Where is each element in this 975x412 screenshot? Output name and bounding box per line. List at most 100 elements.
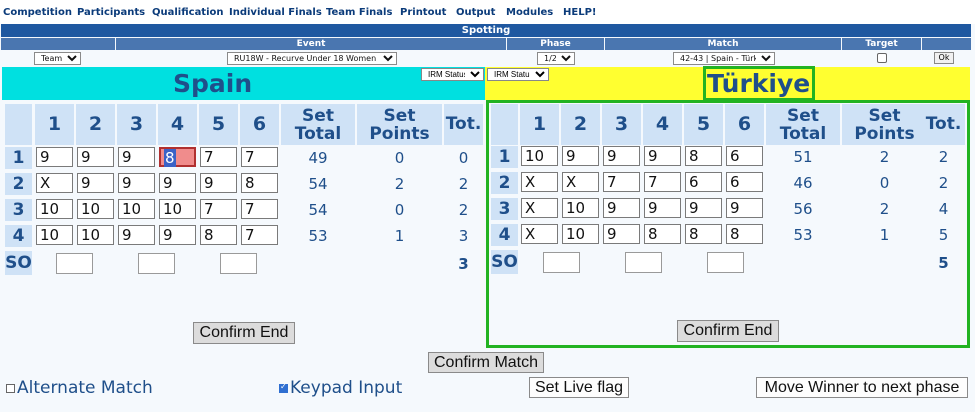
menu-competition[interactable]: Competition xyxy=(3,7,72,18)
left-so-input[interactable] xyxy=(138,253,175,274)
left-set-points-header: Set Points xyxy=(357,104,442,145)
right-arrow-cell[interactable]: 6 xyxy=(685,172,722,192)
right-arrow-cell[interactable]: 8 xyxy=(644,224,681,244)
alternate-match-checkbox[interactable] xyxy=(6,384,15,393)
menu-printout[interactable]: Printout xyxy=(400,7,446,18)
right-arrow-cell[interactable]: 6 xyxy=(726,146,763,166)
menu-individual-finals[interactable]: Individual Finals xyxy=(229,7,322,18)
right-tot-header: Tot. xyxy=(922,104,965,145)
right-arrow-cell[interactable]: 9 xyxy=(726,198,763,218)
right-arrow-cell[interactable]: X xyxy=(562,172,599,192)
set-live-flag-button[interactable]: Set Live flag xyxy=(529,377,629,398)
right-arrow-cell[interactable]: 7 xyxy=(644,172,681,192)
left-arrow-cell[interactable]: 9 xyxy=(118,173,155,193)
left-arrow-cell[interactable]: 10 xyxy=(36,199,73,219)
left-arrow-cell[interactable]: 7 xyxy=(200,199,237,219)
left-arrow-cell[interactable]: 10 xyxy=(77,199,114,219)
header-blank xyxy=(1,38,115,50)
right-arrow-cell[interactable]: 9 xyxy=(562,146,599,166)
left-set-total-line1: Set xyxy=(302,106,334,126)
right-so-input[interactable] xyxy=(543,252,580,273)
keypad-input-checkbox[interactable] xyxy=(279,382,288,393)
right-arrow-cell[interactable]: 10 xyxy=(562,198,599,218)
menu-output[interactable]: Output xyxy=(456,7,495,18)
left-arrow-cell[interactable]: 7 xyxy=(200,147,237,167)
right-arrow-cell[interactable]: 9 xyxy=(603,198,640,218)
right-arrow-cell[interactable]: X xyxy=(521,224,558,244)
left-arrow-cell[interactable]: 10 xyxy=(159,199,196,219)
right-set-points-line2: Points xyxy=(854,124,915,144)
right-arrow-cell[interactable]: 7 xyxy=(603,172,640,192)
left-arrow-cell[interactable]: 9 xyxy=(159,225,196,245)
left-arrow-cell[interactable]: 9 xyxy=(159,173,196,193)
move-winner-button[interactable]: Move Winner to next phase xyxy=(756,377,968,398)
menu-modules[interactable]: Modules xyxy=(506,7,553,18)
right-arrow-cell[interactable]: 10 xyxy=(521,146,558,166)
right-arrow-cell[interactable]: 9 xyxy=(603,146,640,166)
right-arrow-cell[interactable]: 9 xyxy=(603,224,640,244)
confirm-end-left-button[interactable]: Confirm End xyxy=(193,322,295,344)
right-arrow-cell[interactable]: 6 xyxy=(726,172,763,192)
match-select[interactable]: 42-43 | Spain - Türkiye xyxy=(673,52,775,65)
left-arrow-cell[interactable]: 7 xyxy=(241,199,278,219)
menu-participants[interactable]: Participants xyxy=(77,7,145,18)
irm-status-left[interactable]: IRM Status xyxy=(421,68,484,81)
right-arrow-cell[interactable]: 8 xyxy=(685,146,722,166)
right-arrow-cell[interactable]: 8 xyxy=(685,224,722,244)
left-arrow-cell[interactable]: 10 xyxy=(118,199,155,219)
right-so-input[interactable] xyxy=(625,252,662,273)
right-row-header-2: 2 xyxy=(491,172,518,194)
left-col-header-2: 2 xyxy=(76,104,115,145)
header-match: Match xyxy=(605,38,841,50)
right-set-total-value: 46 xyxy=(793,174,813,192)
right-arrow-cell[interactable]: X xyxy=(521,172,558,192)
right-set-points-value: 2 xyxy=(879,148,890,166)
left-arrow-cell[interactable]: 9 xyxy=(77,173,114,193)
left-so-input[interactable] xyxy=(220,253,257,274)
left-arrow-cell[interactable]: 8 xyxy=(200,225,237,245)
left-tot-value: 2 xyxy=(458,175,469,193)
confirm-match-button[interactable]: Confirm Match xyxy=(428,352,544,373)
irm-status-right[interactable]: IRM Status xyxy=(487,68,549,81)
left-arrow-cell[interactable]: 9 xyxy=(36,147,73,167)
right-col-header-4: 4 xyxy=(643,104,682,145)
right-tot-value: 4 xyxy=(938,200,949,218)
right-arrow-cell[interactable]: 10 xyxy=(562,224,599,244)
right-set-total-value: 53 xyxy=(793,226,813,244)
left-col-header-5: 5 xyxy=(199,104,238,145)
target-checkbox[interactable] xyxy=(877,53,887,63)
right-row-header-4: 4 xyxy=(491,224,518,246)
right-set-points-value: 2 xyxy=(879,200,890,218)
right-so-input[interactable] xyxy=(707,252,744,273)
right-set-points-value: 0 xyxy=(879,174,890,192)
right-arrow-cell[interactable]: 8 xyxy=(726,224,763,244)
event-select[interactable]: RU18W - Recurve Under 18 Women Team xyxy=(227,52,397,65)
ok-button[interactable]: Ok xyxy=(934,52,954,64)
left-so-input[interactable] xyxy=(56,253,93,274)
left-arrow-cell[interactable]: 9 xyxy=(77,147,114,167)
left-arrow-cell[interactable]: 10 xyxy=(36,225,73,245)
right-set-points-header: Set Points xyxy=(842,104,927,145)
menu-qualification[interactable]: Qualification xyxy=(152,7,224,18)
phase-select[interactable]: 1/2 xyxy=(537,52,575,65)
menu-help[interactable]: HELP! xyxy=(563,7,596,18)
left-arrow-cell[interactable]: 7 xyxy=(241,147,278,167)
left-arrow-cell[interactable]: 10 xyxy=(77,225,114,245)
menu-team-finals[interactable]: Team Finals xyxy=(326,7,392,18)
left-arrow-cell[interactable]: 8 xyxy=(241,173,278,193)
left-tot-value: 3 xyxy=(458,227,469,245)
confirm-end-right-button[interactable]: Confirm End xyxy=(677,320,779,342)
left-arrow-cell[interactable]: 9 xyxy=(118,147,155,167)
left-arrow-cell[interactable]: 9 xyxy=(200,173,237,193)
left-arrow-cell[interactable]: 8 xyxy=(159,147,196,167)
right-arrow-cell[interactable]: 9 xyxy=(685,198,722,218)
left-arrow-cell[interactable]: 7 xyxy=(241,225,278,245)
left-set-total-value: 54 xyxy=(308,175,328,193)
left-arrow-cell[interactable]: X xyxy=(36,173,73,193)
right-row-header-3: 3 xyxy=(491,198,518,220)
right-arrow-cell[interactable]: 9 xyxy=(644,146,681,166)
type-select[interactable]: Team xyxy=(34,52,81,65)
right-arrow-cell[interactable]: X xyxy=(521,198,558,218)
left-arrow-cell[interactable]: 9 xyxy=(118,225,155,245)
right-arrow-cell[interactable]: 9 xyxy=(644,198,681,218)
